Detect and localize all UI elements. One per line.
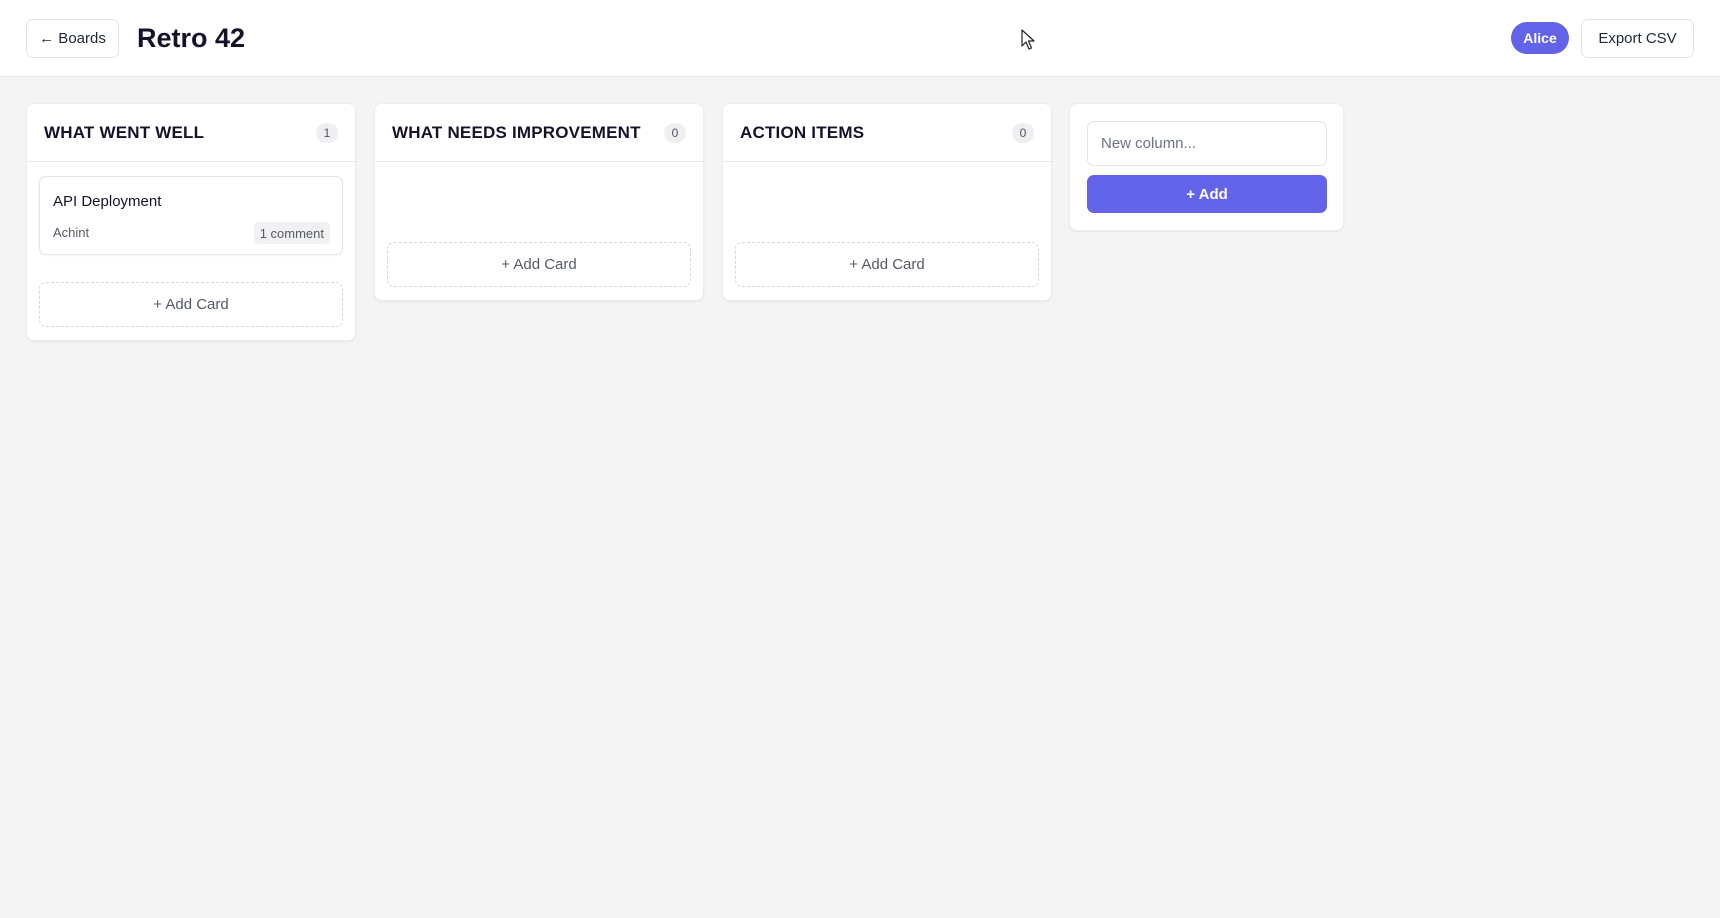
add-column-button[interactable]: + Add xyxy=(1087,175,1327,213)
page-title: Retro 42 xyxy=(137,23,246,53)
empty-card-area xyxy=(387,176,691,242)
back-to-boards-button[interactable]: ← Boards xyxy=(26,19,119,58)
add-card-button[interactable]: + Add Card xyxy=(387,242,691,287)
add-card-button[interactable]: + Add Card xyxy=(39,282,343,327)
column-title: WHAT NEEDS IMPROVEMENT xyxy=(392,122,641,142)
card-title: API Deployment xyxy=(53,193,162,210)
column-what-needs-improvement: WHAT NEEDS IMPROVEMENT 0 + Add Card xyxy=(374,103,704,301)
empty-card-area xyxy=(735,176,1039,242)
new-column-input[interactable] xyxy=(1087,121,1327,166)
column-header: WHAT WENT WELL 1 xyxy=(27,104,355,162)
card-author: Achint xyxy=(53,225,90,240)
comment-count-badge[interactable]: 1 comment xyxy=(253,222,330,244)
card-count-badge: 0 xyxy=(664,122,686,143)
column-title: ACTION ITEMS xyxy=(740,122,865,142)
mouse-cursor-icon xyxy=(1021,29,1035,50)
column-title: WHAT WENT WELL xyxy=(44,122,205,142)
user-badge[interactable]: Alice xyxy=(1511,22,1569,54)
card-count-badge: 0 xyxy=(1012,122,1034,143)
column-action-items: ACTION ITEMS 0 + Add Card xyxy=(722,103,1052,301)
column-header: WHAT NEEDS IMPROVEMENT 0 xyxy=(375,104,703,162)
column-header: ACTION ITEMS 0 xyxy=(723,104,1051,162)
column-what-went-well: WHAT WENT WELL 1 API Deployment Achint 1… xyxy=(26,103,356,341)
export-csv-button[interactable]: Export CSV xyxy=(1581,19,1694,58)
top-bar: ← Boards Retro 42 Alice Export CSV xyxy=(0,0,1720,77)
new-column-panel: + Add xyxy=(1069,103,1344,231)
card-count-badge: 1 xyxy=(316,122,338,143)
card-api-deployment[interactable]: API Deployment Achint 1 comment xyxy=(39,176,343,255)
add-card-button[interactable]: + Add Card xyxy=(735,242,1039,287)
